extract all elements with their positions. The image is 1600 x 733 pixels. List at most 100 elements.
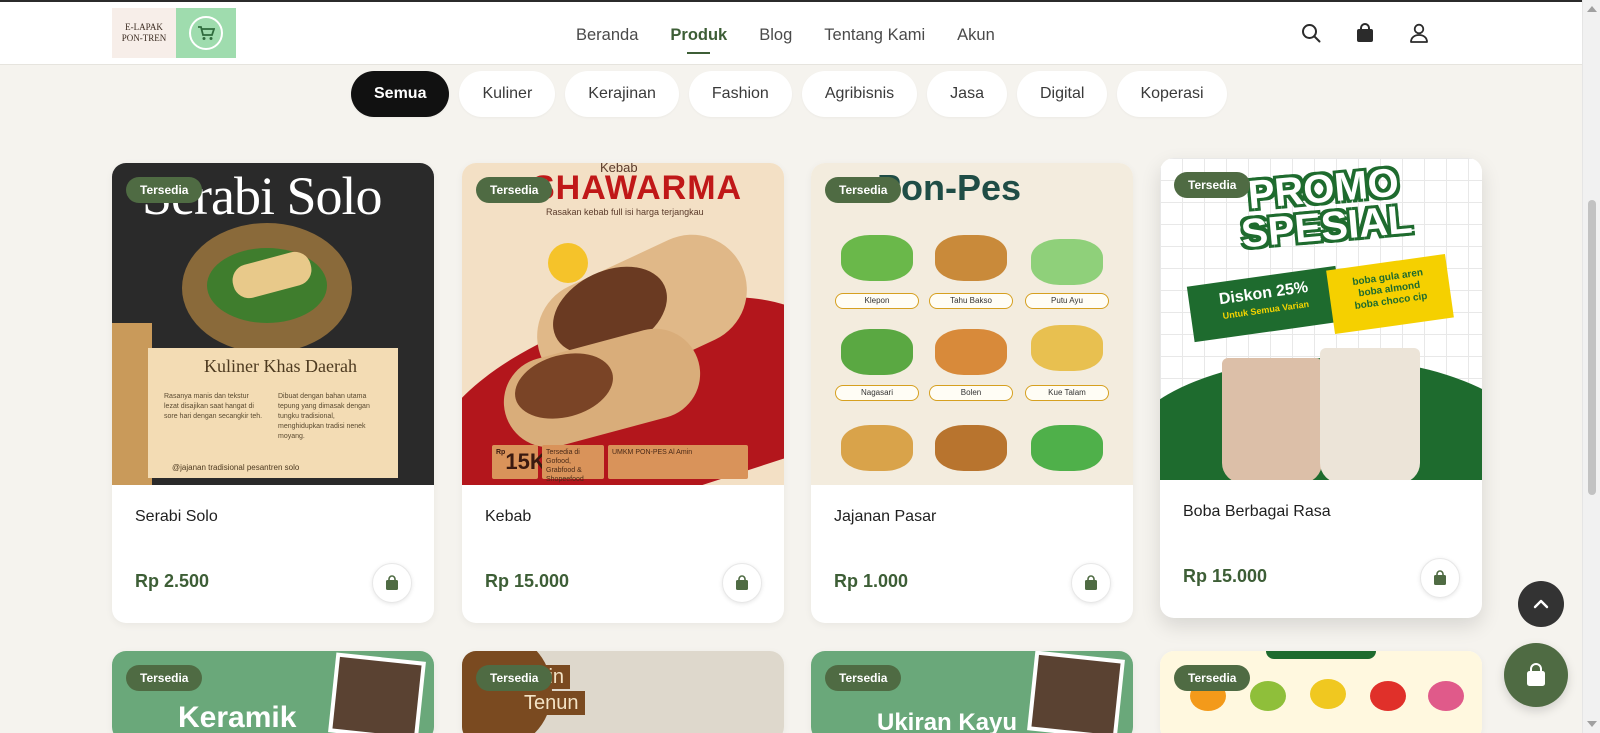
image-title: PROMO SPESIAL bbox=[1239, 160, 1414, 257]
header-actions bbox=[1300, 22, 1430, 44]
scroll-up-arrow[interactable] bbox=[1587, 6, 1597, 12]
category-fashion[interactable]: Fashion bbox=[688, 71, 792, 117]
klepon-illustration bbox=[841, 235, 913, 281]
product-name[interactable]: Jajanan Pasar bbox=[834, 508, 936, 526]
category-koperasi[interactable]: Koperasi bbox=[1117, 71, 1227, 117]
shopping-bag-icon bbox=[1434, 570, 1446, 585]
kiwi-fruit-illustration bbox=[1250, 681, 1286, 711]
nav-produk[interactable]: Produk bbox=[670, 20, 727, 54]
item-label: Bolen bbox=[929, 385, 1013, 401]
image-title-line2: Tenun bbox=[518, 691, 585, 715]
category-digital[interactable]: Digital bbox=[1016, 71, 1108, 117]
product-card[interactable]: Ukiran Kayu Tersedia bbox=[811, 651, 1133, 733]
image-photo bbox=[1027, 651, 1125, 733]
status-badge: Tersedia bbox=[825, 177, 902, 203]
site-logo[interactable]: E-LAPAK PON-TREN bbox=[112, 8, 238, 58]
add-to-cart-button[interactable] bbox=[722, 563, 762, 603]
logo-line1: E-LAPAK bbox=[125, 22, 163, 32]
product-image[interactable]: Kain Tenun Tersedia bbox=[462, 651, 784, 733]
status-badge: Tersedia bbox=[126, 177, 203, 203]
putu-ayu-illustration bbox=[1031, 239, 1103, 285]
nav-akun[interactable]: Akun bbox=[957, 20, 995, 50]
category-kuliner[interactable]: Kuliner bbox=[459, 71, 556, 117]
category-semua[interactable]: Semua bbox=[351, 71, 450, 117]
product-price: Rp 15.000 bbox=[1183, 566, 1268, 586]
product-card[interactable]: Serabi Solo Kuliner Khas Daerah Rasanya … bbox=[112, 163, 434, 623]
product-name[interactable]: Kebab bbox=[485, 508, 531, 526]
product-image[interactable]: Serabi Solo Kuliner Khas Daerah Rasanya … bbox=[112, 163, 434, 485]
add-to-cart-button[interactable] bbox=[1420, 558, 1460, 598]
nagasari-illustration bbox=[841, 329, 913, 375]
image-decor bbox=[1222, 358, 1322, 480]
shopping-bag-icon bbox=[386, 575, 398, 590]
category-agribisnis[interactable]: Agribisnis bbox=[801, 71, 918, 117]
image-umkm: UMKM PON-PES Al Amin bbox=[608, 445, 748, 479]
status-badge: Tersedia bbox=[1174, 665, 1251, 691]
product-name[interactable]: Serabi Solo bbox=[135, 508, 218, 526]
pastry-illustration bbox=[935, 425, 1007, 471]
site-header: E-LAPAK PON-TREN Beranda Produk Blog Ten… bbox=[0, 2, 1582, 65]
status-badge: Tersedia bbox=[476, 665, 553, 691]
image-flavors: boba gula aren boba almond boba choco ci… bbox=[1326, 253, 1454, 335]
product-card[interactable]: Pon-Pes Klepon Tahu Bakso Putu Ayu Nagas… bbox=[811, 163, 1133, 623]
strawberry-fruit-illustration bbox=[1370, 681, 1406, 711]
add-to-cart-button[interactable] bbox=[372, 563, 412, 603]
product-card[interactable]: Kain Tenun Tersedia bbox=[462, 651, 784, 733]
product-image[interactable]: PROMO SPESIAL Diskon 25% Untuk Semua Var… bbox=[1160, 158, 1482, 480]
item-label: Tahu Bakso bbox=[929, 293, 1013, 309]
item-label: Klepon bbox=[835, 293, 919, 309]
pineapple-fruit-illustration bbox=[1310, 679, 1346, 709]
image-discount: Diskon 25% Untuk Semua Varian bbox=[1186, 265, 1344, 343]
shopping-bag-icon bbox=[1527, 663, 1545, 686]
status-badge: Tersedia bbox=[1174, 172, 1251, 198]
product-image[interactable]: Kebab SHAWARMA Rasakan kebab full isi ha… bbox=[462, 163, 784, 485]
status-badge: Tersedia bbox=[825, 665, 902, 691]
product-image[interactable]: Keramik Tersedia bbox=[112, 651, 434, 733]
product-price: Rp 1.000 bbox=[834, 571, 909, 591]
status-badge: Tersedia bbox=[476, 177, 553, 203]
pastry-illustration bbox=[1031, 425, 1103, 471]
dragonfruit-illustration bbox=[1428, 681, 1464, 711]
product-name[interactable]: Boba Berbagai Rasa bbox=[1183, 503, 1331, 521]
image-subtitle: Rasakan kebab full isi harga terjangkau bbox=[546, 207, 704, 217]
product-image[interactable]: Pon-Pes Klepon Tahu Bakso Putu Ayu Nagas… bbox=[811, 163, 1133, 485]
category-jasa[interactable]: Jasa bbox=[927, 71, 1007, 117]
image-decor bbox=[1320, 348, 1420, 480]
product-price: Rp 2.500 bbox=[135, 571, 210, 591]
pastry-illustration bbox=[841, 425, 913, 471]
nav-beranda[interactable]: Beranda bbox=[576, 20, 638, 50]
shopping-bag-icon[interactable] bbox=[1354, 22, 1376, 44]
category-filter-bar: Semua Kuliner Kerajinan Fashion Agribisn… bbox=[351, 71, 1227, 117]
image-title: Ukiran Kayu bbox=[877, 709, 1018, 733]
logo-cart-emblem bbox=[176, 8, 236, 58]
add-to-cart-button[interactable] bbox=[1071, 563, 1111, 603]
search-icon[interactable] bbox=[1300, 22, 1322, 44]
image-footer: Rp15K Tersedia di Gofood, Grabfood & Sho… bbox=[492, 445, 748, 483]
user-icon[interactable] bbox=[1408, 22, 1430, 44]
shopping-bag-icon bbox=[736, 575, 748, 590]
item-label: Kue Talam bbox=[1025, 385, 1109, 401]
page-scrollbar[interactable] bbox=[1582, 0, 1600, 733]
scroll-to-top-button[interactable] bbox=[1518, 581, 1564, 627]
category-kerajinan[interactable]: Kerajinan bbox=[565, 71, 679, 117]
floating-cart-button[interactable] bbox=[1504, 643, 1568, 707]
nav-blog[interactable]: Blog bbox=[759, 20, 792, 50]
product-image[interactable]: Ukiran Kayu Tersedia bbox=[811, 651, 1133, 733]
image-text-left: Rasanya manis dan tekstur lezat disajika… bbox=[164, 393, 263, 420]
main-nav: Beranda Produk Blog Tentang Kami Akun bbox=[576, 20, 1027, 54]
image-title: Keramik bbox=[178, 701, 297, 733]
image-photo bbox=[328, 652, 426, 733]
kue-talam-illustration bbox=[1031, 325, 1103, 371]
product-price: Rp 15.000 bbox=[485, 571, 570, 591]
product-card[interactable]: PROMO SPESIAL Diskon 25% Untuk Semua Var… bbox=[1160, 158, 1482, 618]
image-price: Rp15K bbox=[492, 445, 546, 479]
product-card[interactable]: Keramik Tersedia bbox=[112, 651, 434, 733]
image-decor bbox=[1266, 651, 1376, 659]
image-heading: Kuliner Khas Daerah bbox=[204, 356, 357, 376]
product-card[interactable]: Kebab SHAWARMA Rasakan kebab full isi ha… bbox=[462, 163, 784, 623]
scroll-down-arrow[interactable] bbox=[1587, 721, 1597, 727]
product-card[interactable]: Tersedia bbox=[1160, 651, 1482, 733]
product-image[interactable]: Tersedia bbox=[1160, 651, 1482, 733]
nav-tentang-kami[interactable]: Tentang Kami bbox=[824, 20, 925, 50]
scroll-thumb[interactable] bbox=[1588, 200, 1596, 495]
